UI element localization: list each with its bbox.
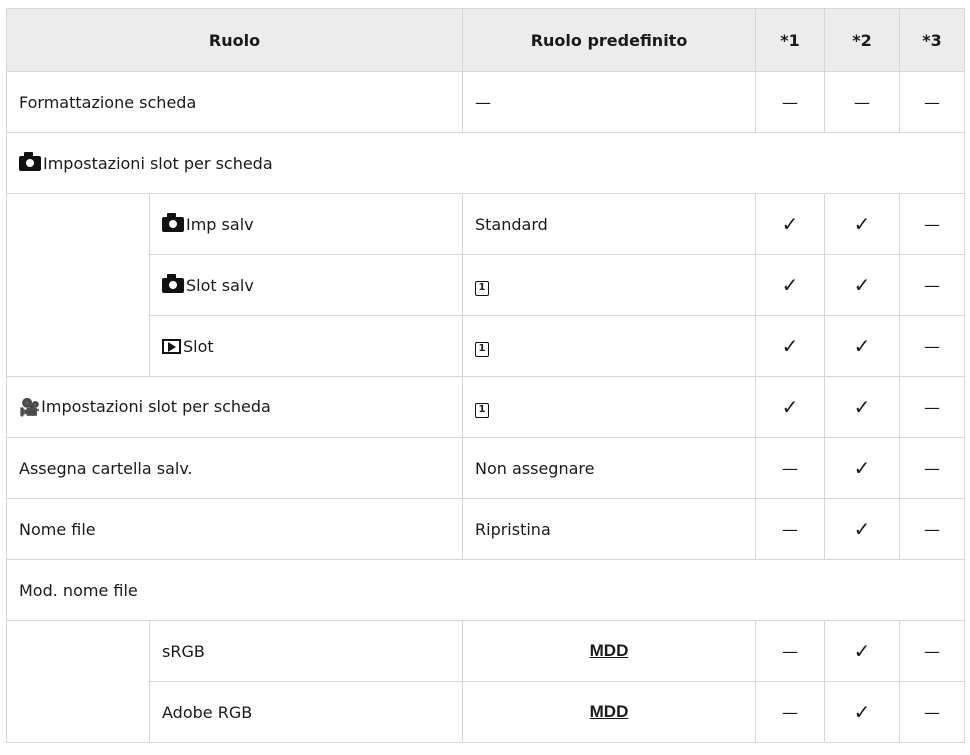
row-default: Standard xyxy=(462,193,756,255)
dash-mark: — xyxy=(924,397,940,417)
table-row: Slot 1 ✓ ✓ — xyxy=(6,315,965,377)
table-row: Slot salv 1 ✓ ✓ — xyxy=(6,254,965,316)
row-label: Formattazione scheda xyxy=(6,71,463,133)
dash-mark: — xyxy=(924,336,940,356)
settings-table: Ruolo Ruolo predefinito *1 *2 *3 Formatt… xyxy=(6,8,965,743)
card-slot-1-icon: 1 xyxy=(475,402,489,418)
camera-icon xyxy=(162,212,184,232)
row-default: 1 xyxy=(462,376,756,438)
indent-cell xyxy=(6,315,150,377)
movie-icon: 🎥 xyxy=(19,397,41,418)
row-default: — xyxy=(462,71,756,133)
row-default: Ripristina xyxy=(462,498,756,560)
table-row: Formattazione scheda — — — — xyxy=(6,71,965,133)
header-default: Ruolo predefinito xyxy=(462,8,756,72)
table-row: 🎥Impostazioni slot per scheda 1 ✓ ✓ — xyxy=(6,376,965,438)
row-default: MDD xyxy=(462,620,756,682)
row-default: 1 xyxy=(462,315,756,377)
indent-cell xyxy=(6,254,150,316)
row-label: Imp salv xyxy=(149,193,463,255)
row-label: sRGB xyxy=(149,620,463,682)
header-note-1: *1 xyxy=(755,8,825,72)
dash-mark: — xyxy=(924,214,940,234)
dash-mark: — xyxy=(782,458,798,478)
dash-mark: — xyxy=(782,519,798,539)
row-default: MDD xyxy=(462,681,756,743)
check-mark: ✓ xyxy=(853,456,871,480)
header-note-3: *3 xyxy=(899,8,965,72)
card-slot-1-icon: 1 xyxy=(475,341,489,357)
dash-mark: — xyxy=(854,92,870,112)
dash-mark: — xyxy=(924,92,940,112)
section-row: Impostazioni slot per scheda xyxy=(6,132,965,194)
header-note-2: *2 xyxy=(824,8,900,72)
dash-mark: — xyxy=(924,702,940,722)
check-mark: ✓ xyxy=(853,395,871,419)
indent-cell xyxy=(6,193,150,255)
check-mark: ✓ xyxy=(781,212,799,236)
dash-mark: — xyxy=(924,519,940,539)
dash-mark: — xyxy=(924,458,940,478)
table-header-row: Ruolo Ruolo predefinito *1 *2 *3 xyxy=(6,8,965,72)
section-label: Mod. nome file xyxy=(6,559,965,621)
row-default: Non assegnare xyxy=(462,437,756,499)
row-label: Assegna cartella salv. xyxy=(6,437,463,499)
dash-mark: — xyxy=(475,92,491,112)
table-row: Adobe RGB MDD — ✓ — xyxy=(6,681,965,743)
check-mark: ✓ xyxy=(853,273,871,297)
check-mark: ✓ xyxy=(853,212,871,236)
card-slot-1-icon: 1 xyxy=(475,280,489,296)
check-mark: ✓ xyxy=(853,700,871,724)
section-label: Impostazioni slot per scheda xyxy=(6,132,965,194)
playback-icon xyxy=(162,338,181,354)
row-label: 🎥Impostazioni slot per scheda xyxy=(6,376,463,438)
camera-icon xyxy=(162,273,184,293)
row-default: 1 xyxy=(462,254,756,316)
table-row: Nome file Ripristina — ✓ — xyxy=(6,498,965,560)
check-mark: ✓ xyxy=(853,639,871,663)
dash-mark: — xyxy=(782,702,798,722)
check-mark: ✓ xyxy=(781,395,799,419)
indent-cell xyxy=(6,681,150,743)
row-label: Slot xyxy=(149,315,463,377)
dash-mark: — xyxy=(782,92,798,112)
table-row: Assegna cartella salv. Non assegnare — ✓… xyxy=(6,437,965,499)
check-mark: ✓ xyxy=(853,334,871,358)
table-row: sRGB MDD — ✓ — xyxy=(6,620,965,682)
camera-icon xyxy=(19,151,41,171)
row-label: Slot salv xyxy=(149,254,463,316)
section-row: Mod. nome file xyxy=(6,559,965,621)
header-function: Ruolo xyxy=(6,8,463,72)
table-row: Imp salv Standard ✓ ✓ — xyxy=(6,193,965,255)
indent-cell xyxy=(6,620,150,682)
row-label: Nome file xyxy=(6,498,463,560)
check-mark: ✓ xyxy=(853,517,871,541)
check-mark: ✓ xyxy=(781,334,799,358)
check-mark: ✓ xyxy=(781,273,799,297)
dash-mark: — xyxy=(924,275,940,295)
dash-mark: — xyxy=(924,641,940,661)
row-label: Adobe RGB xyxy=(149,681,463,743)
dash-mark: — xyxy=(782,641,798,661)
